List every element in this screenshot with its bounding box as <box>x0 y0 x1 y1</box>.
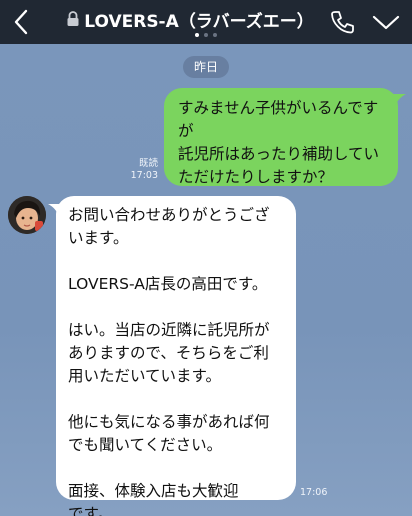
date-separator: 昨日 <box>183 56 229 78</box>
read-label: 既読 <box>138 158 158 169</box>
call-button[interactable] <box>328 8 356 36</box>
chat-title: LOVERS-A（ラバーズエー） <box>84 11 314 32</box>
avatar[interactable] <box>8 196 46 234</box>
page-dot <box>204 33 208 37</box>
chat-header: LOVERS-A（ラバーズエー） <box>0 0 412 44</box>
page-dot <box>213 33 217 37</box>
lock-icon <box>67 11 79 26</box>
incoming-message[interactable]: お問い合わせありがとうござ います。 LOVERS-A店長の高田です。 はい。当… <box>56 196 296 516</box>
chat-area[interactable]: 昨日 すみません子供がいるんです が 託児所はあったり補助してい ただけたりしま… <box>0 44 412 516</box>
chat-title-area[interactable]: LOVERS-A（ラバーズエー） <box>60 6 320 32</box>
message-meta: 既読 17:03 <box>112 158 158 182</box>
chevron-down-icon <box>372 15 400 30</box>
page-dot <box>195 33 199 37</box>
message-time: 17:06 <box>300 487 328 498</box>
menu-button[interactable] <box>370 8 402 36</box>
bubble-tail <box>392 94 406 108</box>
outgoing-message[interactable]: すみません子供がいるんです が 託児所はあったり補助してい ただけたりしますか？ <box>164 88 398 186</box>
chevron-left-icon <box>14 9 28 35</box>
message-time: 17:03 <box>130 170 158 181</box>
avatar-image <box>8 196 46 234</box>
phone-icon <box>331 11 354 34</box>
